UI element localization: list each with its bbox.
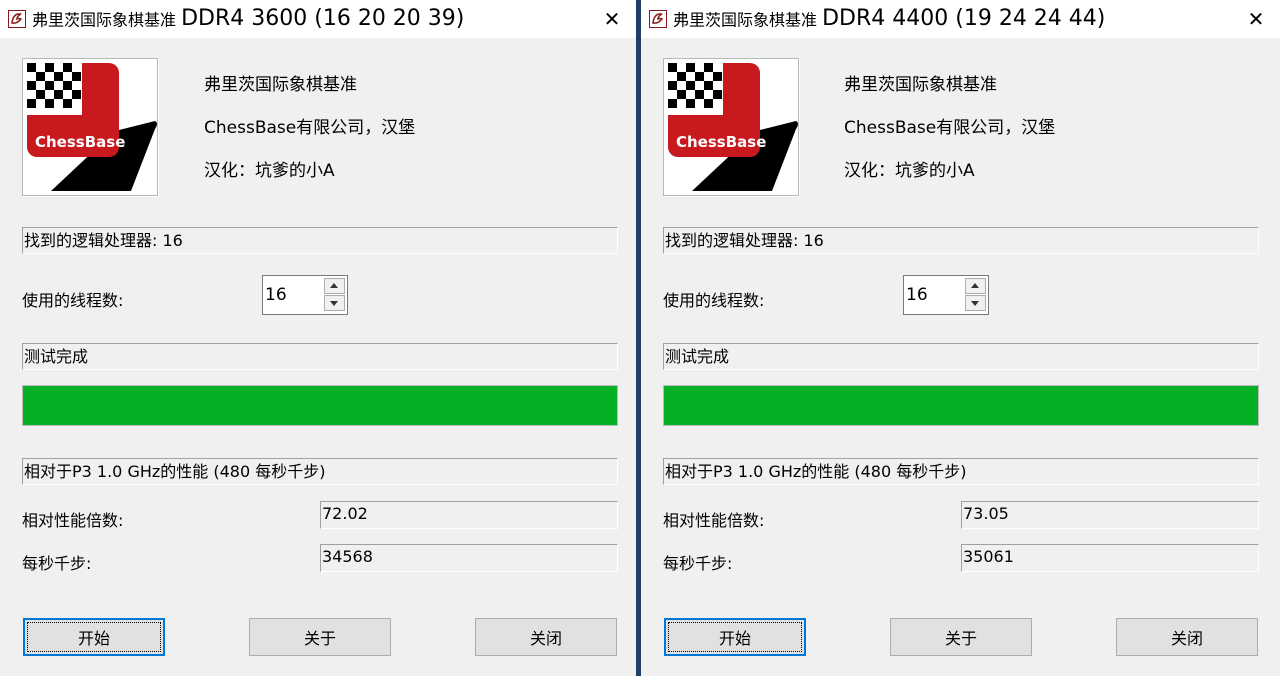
threads-increment-button[interactable] [965, 278, 986, 294]
window-title: 弗里茨国际象棋基准 DDR4 4400 (19 24 24 44) [673, 6, 1105, 31]
threads-decrement-button[interactable] [965, 295, 986, 311]
relative-performance-header: 相对于P3 1.0 GHz的性能 (480 每秒千步) [663, 458, 1259, 485]
translator-credit: 汉化：坑爹的小A [844, 161, 975, 181]
arrow-up-icon [971, 283, 979, 288]
window-title-cn: 弗里茨国际象棋基准 [32, 10, 177, 30]
relative-performance-header: 相对于P3 1.0 GHz的性能 (480 每秒千步) [22, 458, 618, 485]
product-name: 弗里茨国际象棋基准 [204, 75, 357, 95]
progress-bar-fill [23, 386, 617, 425]
fritz-app-icon [8, 10, 26, 28]
close-button[interactable]: 关闭 [1116, 618, 1258, 656]
logo-text: ChessBase [676, 133, 766, 151]
benchmark-window-ddr4-3600: 弗里茨国际象棋基准 DDR4 3600 (16 20 20 39) ✕ Ches… [0, 0, 637, 676]
processors-found-field: 找到的逻辑处理器: 16 [663, 227, 1259, 254]
relative-factor-label: 相对性能倍数: [22, 511, 124, 530]
close-icon[interactable]: ✕ [600, 8, 624, 30]
threads-label: 使用的线程数: [22, 291, 124, 310]
arrow-down-icon [971, 301, 979, 306]
relative-factor-value: 72.02 [320, 501, 618, 529]
threads-increment-button[interactable] [324, 278, 345, 294]
relative-factor-value: 73.05 [961, 501, 1259, 529]
progress-bar [663, 385, 1259, 426]
threads-label: 使用的线程数: [663, 291, 765, 310]
start-button[interactable]: 开始 [664, 618, 806, 656]
threads-input[interactable] [265, 279, 321, 311]
kns-label: 每秒千步: [663, 554, 733, 573]
kns-label: 每秒千步: [22, 554, 92, 573]
progress-bar [22, 385, 618, 426]
processors-found-field: 找到的逻辑处理器: 16 [22, 227, 618, 254]
company-name: ChessBase有限公司，汉堡 [204, 118, 416, 138]
title-bar[interactable]: 弗里茨国际象棋基准 DDR4 4400 (19 24 24 44) ✕ [641, 0, 1280, 38]
status-field: 测试完成 [22, 343, 618, 370]
relative-factor-label: 相对性能倍数: [663, 511, 765, 530]
chessbase-logo: ChessBase [663, 58, 799, 196]
status-field: 测试完成 [663, 343, 1259, 370]
window-title-main: DDR4 3600 (16 20 20 39) [181, 6, 465, 31]
threads-decrement-button[interactable] [324, 295, 345, 311]
chessbase-logo: ChessBase [22, 58, 158, 196]
product-name: 弗里茨国际象棋基准 [844, 75, 997, 95]
logo-text: ChessBase [35, 133, 125, 151]
threads-stepper[interactable] [262, 275, 348, 315]
window-title: 弗里茨国际象棋基准 DDR4 3600 (16 20 20 39) [32, 6, 464, 31]
start-button[interactable]: 开始 [23, 618, 165, 656]
close-button[interactable]: 关闭 [475, 618, 617, 656]
arrow-down-icon [330, 301, 338, 306]
threads-input[interactable] [906, 279, 962, 311]
close-icon[interactable]: ✕ [1244, 8, 1268, 30]
kns-value: 35061 [961, 544, 1259, 572]
benchmark-window-ddr4-4400: 弗里茨国际象棋基准 DDR4 4400 (19 24 24 44) ✕ Ches… [641, 0, 1280, 676]
about-button[interactable]: 关于 [249, 618, 391, 656]
company-name: ChessBase有限公司，汉堡 [844, 118, 1056, 138]
about-button[interactable]: 关于 [890, 618, 1032, 656]
window-title-cn: 弗里茨国际象棋基准 [673, 10, 818, 30]
threads-stepper[interactable] [903, 275, 989, 315]
title-bar[interactable]: 弗里茨国际象棋基准 DDR4 3600 (16 20 20 39) ✕ [0, 0, 636, 38]
translator-credit: 汉化：坑爹的小A [204, 161, 335, 181]
window-title-main: DDR4 4400 (19 24 24 44) [822, 6, 1106, 31]
arrow-up-icon [330, 283, 338, 288]
fritz-app-icon [649, 10, 667, 28]
progress-bar-fill [664, 386, 1258, 425]
kns-value: 34568 [320, 544, 618, 572]
